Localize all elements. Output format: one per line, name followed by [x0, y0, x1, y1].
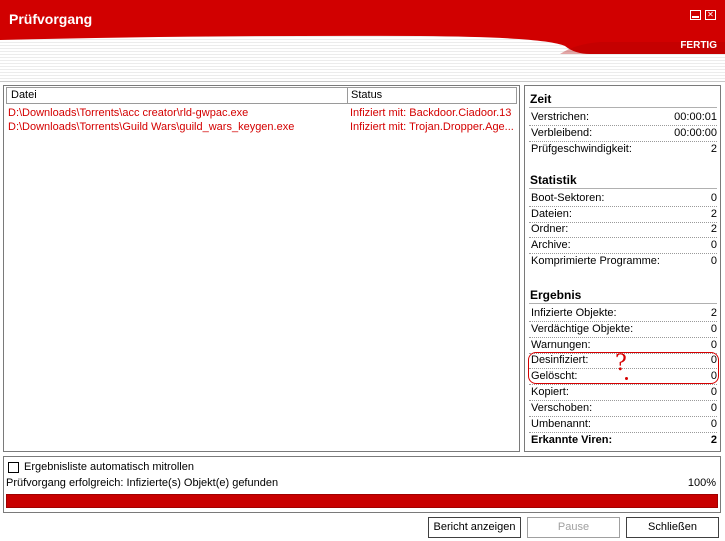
- stat-moved: Verschoben: 0: [531, 402, 717, 414]
- stat-renamed: Umbenannt: 0: [531, 418, 717, 430]
- row-divider: [529, 253, 717, 254]
- stat-files: Dateien: 2: [531, 208, 717, 220]
- statistics-panel: Zeit Verstrichen: 00:00:01 Verbleibend: 00…: [524, 85, 721, 452]
- section-divider: [529, 188, 717, 189]
- column-divider[interactable]: [347, 88, 348, 103]
- row-status: Infiziert mit: Backdoor.Ciadoor.13: [350, 107, 512, 119]
- pause-button[interactable]: Pause: [527, 517, 620, 538]
- row-divider: [529, 416, 717, 417]
- row-divider: [529, 125, 717, 126]
- row-divider: [529, 141, 717, 142]
- results-list[interactable]: Datei Status D:\Downloads\Torrents\acc c…: [3, 85, 520, 452]
- row-divider: [529, 321, 717, 322]
- row-divider: [529, 206, 717, 207]
- column-header-status[interactable]: Status: [351, 89, 382, 101]
- row-divider: [529, 337, 717, 338]
- stat-boot-sectors: Boot-Sektoren: 0: [531, 192, 717, 204]
- progress-percent: 100%: [687, 477, 716, 489]
- window-title: Prüfvorgang: [9, 11, 93, 27]
- close-button[interactable]: Schließen: [626, 517, 719, 538]
- title-bar: Prüfvorgang ✕: [0, 0, 725, 34]
- section-divider: [529, 303, 717, 304]
- section-title-statistik: Statistik: [530, 173, 577, 187]
- progress-bar-fill: [7, 495, 717, 507]
- row-file-path: D:\Downloads\Torrents\Guild Wars\guild_w…: [8, 121, 295, 133]
- annotation-question-mark: ?: [615, 351, 627, 376]
- stat-packed-programs: Komprimierte Programme: 0: [531, 255, 717, 267]
- stat-detected-viruses: Erkannte Viren: 2: [531, 434, 717, 446]
- header-swoosh-graphic: [0, 34, 725, 54]
- autoscroll-checkbox[interactable]: [8, 462, 19, 473]
- annotation-dot: [625, 377, 628, 380]
- scan-status-text: Prüfvorgang erfolgreich: Infizierte(s) O…: [6, 477, 279, 489]
- stat-infected: Infizierte Objekte: 2: [531, 307, 717, 319]
- autoscroll-label[interactable]: Ergebnisliste automatisch mitrollen: [24, 461, 194, 473]
- close-icon[interactable]: ✕: [705, 10, 716, 20]
- list-row[interactable]: D:\Downloads\Torrents\Guild Wars\guild_w…: [8, 121, 518, 136]
- section-title-ergebnis: Ergebnis: [530, 288, 582, 302]
- header-banner: [0, 34, 725, 82]
- minimize-icon[interactable]: [690, 10, 701, 20]
- stat-suspicious: Verdächtige Objekte: 0: [531, 323, 717, 335]
- row-file-path: D:\Downloads\Torrents\acc creator\rld-gw…: [8, 107, 249, 119]
- progress-panel: Ergebnisliste automatisch mitrollen Prüf…: [3, 456, 721, 513]
- stat-scan-speed: Prüfgeschwindigkeit: 2: [531, 143, 717, 155]
- row-divider: [529, 384, 717, 385]
- list-row[interactable]: D:\Downloads\Torrents\acc creator\rld-gw…: [8, 107, 518, 122]
- show-report-button[interactable]: Bericht anzeigen: [428, 517, 521, 538]
- stat-remaining: Verbleibend: 00:00:00: [531, 127, 717, 139]
- section-divider: [529, 107, 717, 108]
- stat-archives: Archive: 0: [531, 239, 717, 251]
- stat-folders: Ordner: 2: [531, 223, 717, 235]
- column-header-file[interactable]: Datei: [11, 89, 37, 101]
- row-divider: [529, 237, 717, 238]
- stat-elapsed: Verstrichen: 00:00:01: [531, 111, 717, 123]
- row-status: Infiziert mit: Trojan.Dropper.Age...: [350, 121, 514, 133]
- stat-copied: Kopiert: 0: [531, 386, 717, 398]
- scan-state-label: FERTIG: [680, 40, 717, 51]
- progress-bar: [6, 494, 718, 508]
- row-divider: [529, 400, 717, 401]
- section-title-zeit: Zeit: [530, 92, 552, 106]
- list-header: Datei Status: [6, 87, 517, 104]
- row-divider: [529, 432, 717, 433]
